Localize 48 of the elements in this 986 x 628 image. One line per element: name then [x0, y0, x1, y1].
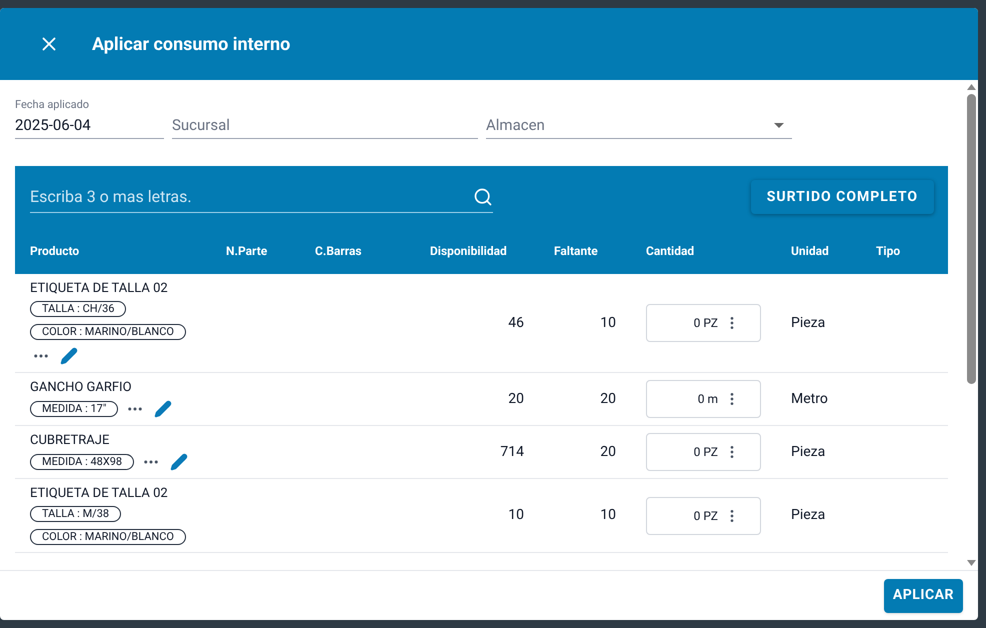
table-cell-text: 714	[499, 442, 525, 462]
table-cell-text: Pieza	[791, 506, 826, 525]
attribute-chip: MEDIDA : 48X98	[30, 454, 134, 470]
column-header: Tipo	[876, 243, 902, 260]
table-cell-text: 20	[599, 390, 617, 408]
input-field[interactable]: 2025-06-04	[15, 113, 164, 139]
caret-icon	[774, 123, 784, 128]
product-name: GANCHO GARFIO	[30, 380, 133, 396]
table-cell-text: 46	[507, 314, 525, 332]
scroll-down-icon[interactable]	[967, 560, 976, 566]
table-cell-text: 10	[507, 506, 525, 525]
search-field[interactable]: Escriba 3 o mas letras.	[30, 181, 493, 213]
scroll-up-icon[interactable]	[967, 84, 976, 90]
column-header: Disponibilidad	[430, 243, 508, 260]
product-name: ETIQUETA DE TALLA 02	[30, 486, 169, 502]
column-header: C.Barras	[315, 243, 363, 260]
table-cell-text: 20	[507, 390, 525, 408]
quantity-field[interactable]: 0 PZ	[646, 433, 761, 471]
dialog-title: Aplicar consumo interno	[92, 32, 290, 56]
table-cell-text: 20	[599, 442, 617, 462]
table-cell-text: Pieza	[791, 314, 826, 332]
attribute-chip: MEDIDA : 17"	[30, 401, 118, 417]
attribute-chip: COLOR : MARINO/BLANCO	[30, 324, 186, 340]
input-field[interactable]: Sucursal	[172, 113, 478, 139]
quantity-field[interactable]: 0 m	[646, 380, 761, 418]
product-name: CUBRETRAJE	[30, 433, 110, 449]
column-header: Cantidad	[646, 243, 696, 260]
scrollbar-thumb[interactable]	[967, 94, 976, 384]
attribute-chip: COLOR : MARINO/BLANCO	[30, 529, 186, 545]
table-cell-text: Metro	[791, 390, 829, 408]
attribute-chip: TALLA : M/38	[30, 506, 122, 522]
apply-button[interactable]: APLICAR	[884, 578, 963, 612]
column-header: Producto	[29, 243, 80, 260]
table-cell-text: Pieza	[791, 442, 826, 462]
dropdown-field[interactable]: Almacen	[486, 113, 792, 139]
product-name: ETIQUETA DE TALLA 02	[30, 281, 169, 297]
edit-icon[interactable]	[58, 347, 80, 365]
quantity-field[interactable]: 0 PZ	[646, 304, 761, 342]
column-header: N.Parte	[226, 243, 268, 260]
column-header: Faltante	[554, 243, 599, 260]
search-icon[interactable]	[473, 186, 493, 206]
field-label: Fecha aplicado	[15, 97, 90, 113]
table-cell-text: 10	[599, 506, 617, 525]
attribute-chip: TALLA : CH/36	[30, 301, 126, 317]
column-header: Unidad	[791, 243, 830, 260]
table-cell-text: 10	[599, 314, 617, 332]
quantity-field[interactable]: 0 PZ	[646, 496, 761, 534]
surtido-button[interactable]: SURTIDO COMPLETO	[750, 180, 934, 214]
